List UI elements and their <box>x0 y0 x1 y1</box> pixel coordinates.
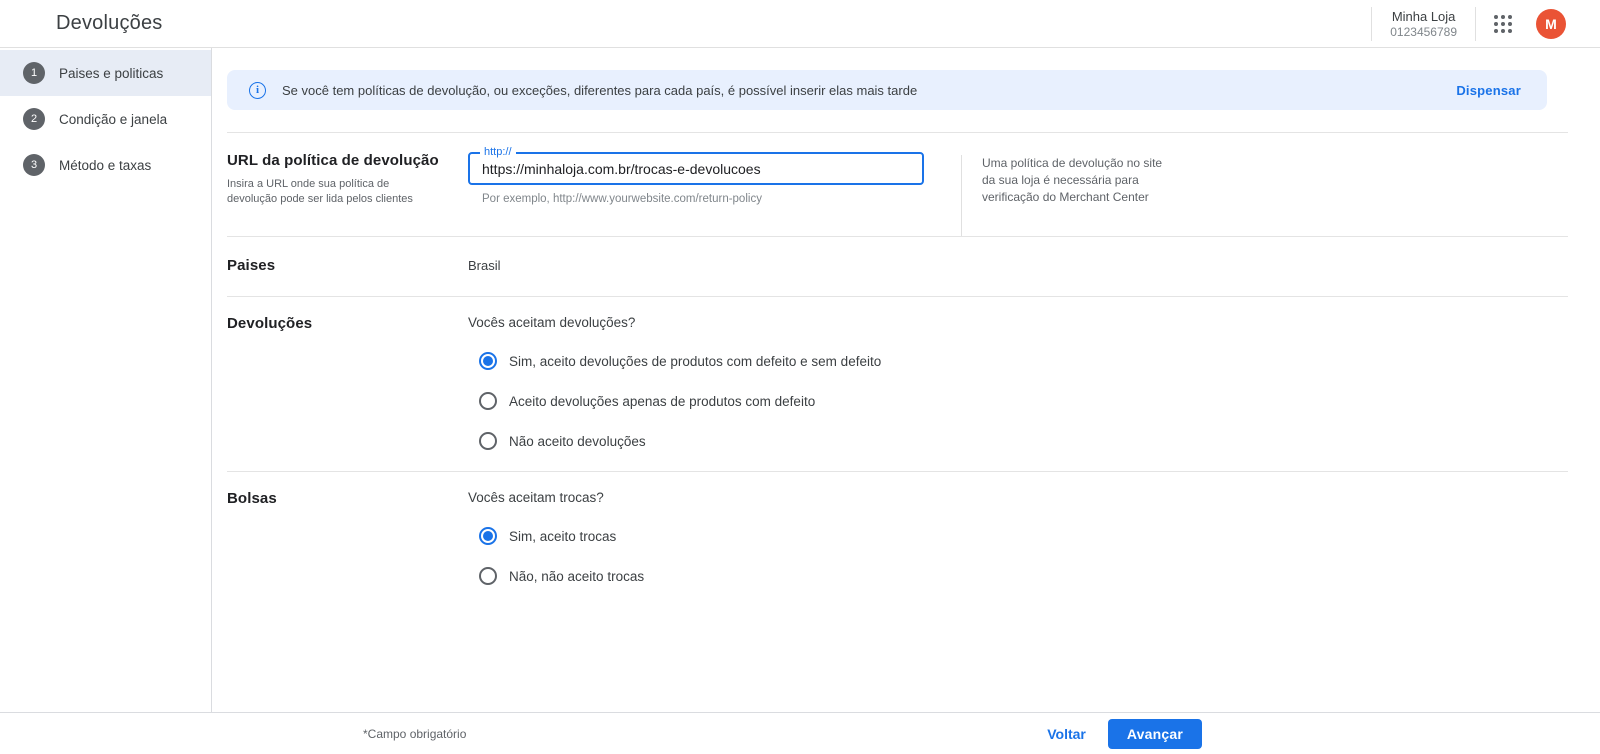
url-input-box: http:// <box>468 152 924 185</box>
radio-icon <box>479 432 497 450</box>
step-number-badge: 3 <box>23 154 45 176</box>
radio-option-exchanges-yes[interactable]: Sim, aceito trocas <box>479 527 644 545</box>
returns-question: Vocês aceitam devoluções? <box>468 315 881 330</box>
section-label-col: URL da política de devolução Insira a UR… <box>227 152 468 236</box>
sidebar-item-condicao-e-janela[interactable]: 2 Condição e janela <box>0 96 211 142</box>
exchanges-radio-group: Vocês aceitam trocas? Sim, aceito trocas… <box>468 490 644 712</box>
radio-label: Sim, aceito trocas <box>509 529 616 544</box>
back-button[interactable]: Voltar <box>1037 720 1096 748</box>
sidebar-item-metodo-e-taxas[interactable]: 3 Método e taxas <box>0 142 211 188</box>
returns-radio-group: Vocês aceitam devoluções? Sim, aceito de… <box>468 315 881 471</box>
section-description: Insira a URL onde sua política de devolu… <box>227 177 442 207</box>
radio-option-returns-no[interactable]: Não aceito devoluções <box>479 432 881 450</box>
avatar[interactable]: M <box>1536 9 1566 39</box>
account-name: Minha Loja <box>1390 9 1457 24</box>
url-field-col: http:// Por exemplo, http://www.yourwebs… <box>468 152 928 236</box>
return-policy-url-input[interactable] <box>470 161 922 177</box>
content-area: Se você tem políticas de devolução, ou e… <box>212 48 1600 712</box>
url-policy-section: URL da política de devolução Insira a UR… <box>227 133 1568 237</box>
radio-option-returns-yes-all[interactable]: Sim, aceito devoluções de produtos com d… <box>479 352 881 370</box>
section-title: Bolsas <box>227 490 468 507</box>
account-id: 0123456789 <box>1390 25 1457 39</box>
info-banner: Se você tem políticas de devolução, ou e… <box>227 70 1547 110</box>
radio-icon <box>479 392 497 410</box>
footer-actions: Voltar Avançar <box>1037 719 1202 749</box>
section-title: URL da política de devolução <box>227 152 468 169</box>
banner-message: Se você tem políticas de devolução, ou e… <box>282 83 917 98</box>
steps-sidebar: 1 Paises e politicas 2 Condição e janela… <box>0 48 212 712</box>
exchanges-section: Bolsas Vocês aceitam trocas? Sim, aceito… <box>227 472 1568 712</box>
section-label-col: Paises <box>227 257 468 296</box>
radio-label: Aceito devoluções apenas de produtos com… <box>509 394 815 409</box>
radio-icon <box>479 352 497 370</box>
radio-icon <box>479 567 497 585</box>
app-header: Devoluções Minha Loja 0123456789 M <box>0 0 1600 48</box>
footer-bar: *Campo obrigatório Voltar Avançar <box>0 712 1600 754</box>
radio-label: Sim, aceito devoluções de produtos com d… <box>509 354 881 369</box>
required-field-note: *Campo obrigatório <box>363 727 466 741</box>
exchanges-question: Vocês aceitam trocas? <box>468 490 644 505</box>
account-switcher[interactable]: Minha Loja 0123456789 <box>1372 9 1475 39</box>
banner-wrap: Se você tem políticas de devolução, ou e… <box>227 48 1568 133</box>
next-button[interactable]: Avançar <box>1108 719 1202 749</box>
page-title: Devoluções <box>56 12 163 35</box>
section-title: Paises <box>227 257 468 274</box>
sidebar-item-paises-e-politicas[interactable]: 1 Paises e politicas <box>0 50 211 96</box>
sidebar-item-label: Condição e janela <box>59 112 167 127</box>
step-number-badge: 2 <box>23 108 45 130</box>
radio-label: Não aceito devoluções <box>509 434 646 449</box>
sidebar-item-label: Paises e politicas <box>59 66 163 81</box>
main-layout: 1 Paises e politicas 2 Condição e janela… <box>0 48 1600 712</box>
radio-option-exchanges-no[interactable]: Não, não aceito trocas <box>479 567 644 585</box>
apps-grid-icon <box>1494 15 1512 33</box>
section-title: Devoluções <box>227 315 468 332</box>
radio-icon <box>479 527 497 545</box>
dismiss-button[interactable]: Dispensar <box>1456 83 1521 98</box>
google-apps-button[interactable] <box>1476 5 1528 43</box>
url-input-floating-label: http:// <box>480 146 516 158</box>
radio-option-returns-defect-only[interactable]: Aceito devoluções apenas de produtos com… <box>479 392 881 410</box>
returns-section: Devoluções Vocês aceitam devoluções? Sim… <box>227 297 1568 472</box>
section-label-col: Bolsas <box>227 490 468 712</box>
info-icon <box>249 82 266 99</box>
radio-label: Não, não aceito trocas <box>509 569 644 584</box>
url-side-note: Uma política de devolução no site da sua… <box>961 155 1176 236</box>
countries-section: Paises Brasil <box>227 237 1568 297</box>
section-label-col: Devoluções <box>227 315 468 471</box>
header-right: Minha Loja 0123456789 M <box>1371 5 1566 43</box>
sidebar-item-label: Método e taxas <box>59 158 151 173</box>
url-input-helper: Por exemplo, http://www.yourwebsite.com/… <box>482 193 928 205</box>
step-number-badge: 1 <box>23 62 45 84</box>
country-value: Brasil <box>468 257 501 296</box>
